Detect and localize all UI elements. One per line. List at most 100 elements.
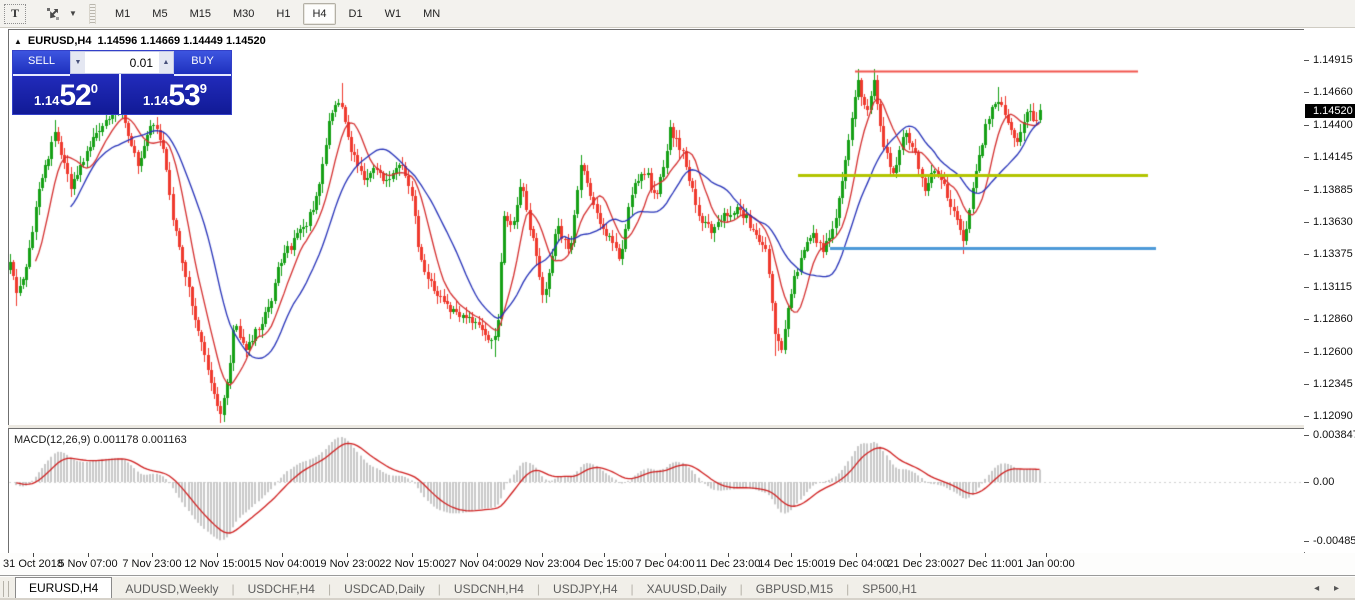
chart-symbol-period: EURUSD,H4 bbox=[28, 35, 92, 47]
chart-tab-usdchf-h4[interactable]: USDCHF,H4 bbox=[235, 579, 328, 599]
timeframe-button-d1[interactable]: D1 bbox=[340, 3, 372, 25]
time-axis-label: 5 Nov 07:00 bbox=[58, 558, 117, 570]
price-axis-label: 1.14915 bbox=[1304, 54, 1355, 66]
time-axis-label: 22 Nov 15:00 bbox=[379, 558, 444, 570]
tabs: EURUSD,H4AUDUSD,Weekly|USDCHF,H4|USDCAD,… bbox=[15, 577, 930, 599]
toolbar-grip bbox=[89, 4, 96, 24]
macd-axis-label: -0.004856 bbox=[1304, 535, 1355, 547]
lot-increase-button[interactable]: ▲ bbox=[159, 52, 173, 73]
sell-price-pips: 52 bbox=[59, 82, 90, 110]
macd-axis-label: 0.00 bbox=[1304, 476, 1355, 488]
macd-signal-value: 0.001163 bbox=[142, 434, 187, 446]
price-axis-label: 1.12600 bbox=[1304, 346, 1355, 358]
time-axis-tick bbox=[347, 553, 348, 557]
price-axis-label: 1.14145 bbox=[1304, 151, 1355, 163]
chart-tab-sp500-h1[interactable]: SP500,H1 bbox=[849, 579, 930, 599]
time-axis-label: 7 Dec 04:00 bbox=[635, 558, 694, 570]
price-axis-label: 1.12860 bbox=[1304, 313, 1355, 325]
chart-tab-audusd-weekly[interactable]: AUDUSD,Weekly bbox=[112, 579, 231, 599]
current-price-tag: 1.14520 bbox=[1305, 104, 1355, 118]
time-axis-tick bbox=[856, 553, 857, 557]
time-axis-label: 11 Dec 23:00 bbox=[696, 558, 761, 570]
arrows-dropdown-caret[interactable]: ▼ bbox=[67, 4, 79, 24]
time-axis-tick bbox=[604, 553, 605, 557]
sell-price-prefix: 1.14 bbox=[34, 92, 59, 110]
price-axis-label: 1.13885 bbox=[1304, 184, 1355, 196]
time-axis-label: 31 Oct 2018 bbox=[3, 558, 63, 570]
tab-scroll-arrows[interactable]: ◂ ▸ bbox=[1314, 579, 1345, 599]
price-axis-label: 1.12345 bbox=[1304, 378, 1355, 390]
lot-size-input[interactable] bbox=[85, 52, 159, 73]
chart-tab-usdjpy-h4[interactable]: USDJPY,H4 bbox=[540, 579, 630, 599]
buy-price-prefix: 1.14 bbox=[143, 92, 168, 110]
time-axis-tick bbox=[920, 553, 921, 557]
macd-axis-label: 0.003847 bbox=[1304, 429, 1355, 441]
time-axis-tick bbox=[477, 553, 478, 557]
timeframe-buttons: M1M5M15M30H1H4D1W1MN bbox=[104, 3, 451, 25]
timeframe-button-m15[interactable]: M15 bbox=[181, 3, 220, 25]
macd-name: MACD(12,26,9) bbox=[14, 434, 90, 446]
chart-tab-xauusd-daily[interactable]: XAUUSD,Daily bbox=[634, 579, 740, 599]
lot-decrease-button[interactable]: ▼ bbox=[71, 52, 85, 73]
chart-window: ▲ EURUSD,H4 1.14596 1.14669 1.14449 1.14… bbox=[0, 28, 1355, 600]
chart-tab-usdcad-daily[interactable]: USDCAD,Daily bbox=[331, 579, 438, 599]
price-axis-label: 1.12090 bbox=[1304, 410, 1355, 422]
sell-button[interactable]: SELL bbox=[13, 51, 70, 76]
time-axis-label: 21 Dec 23:00 bbox=[887, 558, 952, 570]
time-axis-label: 19 Dec 04:00 bbox=[823, 558, 888, 570]
tab-bar-grip bbox=[3, 581, 9, 597]
arrows-tool-button[interactable] bbox=[40, 4, 66, 24]
timeframe-button-h4[interactable]: H4 bbox=[303, 3, 335, 25]
time-axis-label: 12 Nov 15:00 bbox=[184, 558, 249, 570]
time-axis-label: 27 Nov 04:00 bbox=[444, 558, 509, 570]
time-axis-label: 4 Dec 15:00 bbox=[574, 558, 633, 570]
buy-price[interactable]: 1.14 53 9 bbox=[121, 74, 229, 114]
time-axis-label: 15 Nov 04:00 bbox=[249, 558, 314, 570]
price-axis-label: 1.14660 bbox=[1304, 86, 1355, 98]
macd-indicator-label: MACD(12,26,9) 0.001178 0.001163 bbox=[14, 434, 187, 446]
timeframe-button-h1[interactable]: H1 bbox=[267, 3, 299, 25]
time-axis-tick bbox=[152, 553, 153, 557]
mt-terminal-window: T ▼ M1M5M15M30H1H4D1W1MN ▲ EURUSD,H4 1.1… bbox=[0, 0, 1355, 600]
chart-tab-bar: EURUSD,H4AUDUSD,Weekly|USDCHF,H4|USDCAD,… bbox=[0, 575, 1355, 599]
time-axis-tick bbox=[33, 553, 34, 557]
time-axis-tick bbox=[542, 553, 543, 557]
trade-panel-toggle-icon[interactable]: ▲ bbox=[14, 37, 22, 46]
timeframe-button-m1[interactable]: M1 bbox=[106, 3, 139, 25]
chart-tab-eurusd-h4[interactable]: EURUSD,H4 bbox=[15, 577, 112, 599]
time-axis-tick bbox=[791, 553, 792, 557]
price-axis-label: 1.13375 bbox=[1304, 248, 1355, 260]
timeframe-button-m30[interactable]: M30 bbox=[224, 3, 263, 25]
buy-price-point: 9 bbox=[200, 74, 207, 104]
chart-ohlc-values: 1.14596 1.14669 1.14449 1.14520 bbox=[98, 35, 266, 47]
timeframe-button-mn[interactable]: MN bbox=[414, 3, 449, 25]
sell-price[interactable]: 1.14 52 0 bbox=[13, 74, 121, 114]
time-axis-tick bbox=[88, 553, 89, 557]
time-axis-tick bbox=[217, 553, 218, 557]
price-axis-label: 1.13630 bbox=[1304, 216, 1355, 228]
chart-tab-usdcnh-h4[interactable]: USDCNH,H4 bbox=[441, 579, 537, 599]
chart-title: ▲ EURUSD,H4 1.14596 1.14669 1.14449 1.14… bbox=[14, 35, 266, 47]
time-axis-tick bbox=[282, 553, 283, 557]
buy-button[interactable]: BUY bbox=[174, 51, 231, 76]
time-axis-label: 27 Dec 11:00 bbox=[953, 558, 1018, 570]
chart-tab-gbpusd-m15[interactable]: GBPUSD,M15 bbox=[743, 579, 846, 599]
one-click-trade-panel: SELL ▼ ▲ BUY 1.14 52 0 1.14 53 9 bbox=[12, 50, 232, 115]
buy-price-pips: 53 bbox=[168, 82, 199, 110]
time-axis[interactable]: 31 Oct 20185 Nov 07:007 Nov 23:0012 Nov … bbox=[0, 553, 1355, 575]
time-axis-tick bbox=[1046, 553, 1047, 557]
time-axis-tick bbox=[728, 553, 729, 557]
lot-size-control: ▼ ▲ bbox=[70, 51, 174, 74]
time-axis-label: 1 Jan 00:00 bbox=[1017, 558, 1075, 570]
time-axis-tick bbox=[985, 553, 986, 557]
time-axis-label: 19 Nov 23:00 bbox=[314, 558, 379, 570]
timeframe-button-m5[interactable]: M5 bbox=[143, 3, 176, 25]
time-axis-tick bbox=[412, 553, 413, 557]
price-axis[interactable]: 1.14520 1.149151.146601.144001.141451.13… bbox=[1304, 29, 1355, 552]
macd-value: 0.001178 bbox=[93, 434, 138, 446]
text-tool-button[interactable]: T bbox=[4, 4, 26, 24]
time-axis-label: 29 Nov 23:00 bbox=[509, 558, 574, 570]
time-axis-tick bbox=[665, 553, 666, 557]
timeframe-button-w1[interactable]: W1 bbox=[376, 3, 411, 25]
sell-price-point: 0 bbox=[91, 74, 98, 104]
